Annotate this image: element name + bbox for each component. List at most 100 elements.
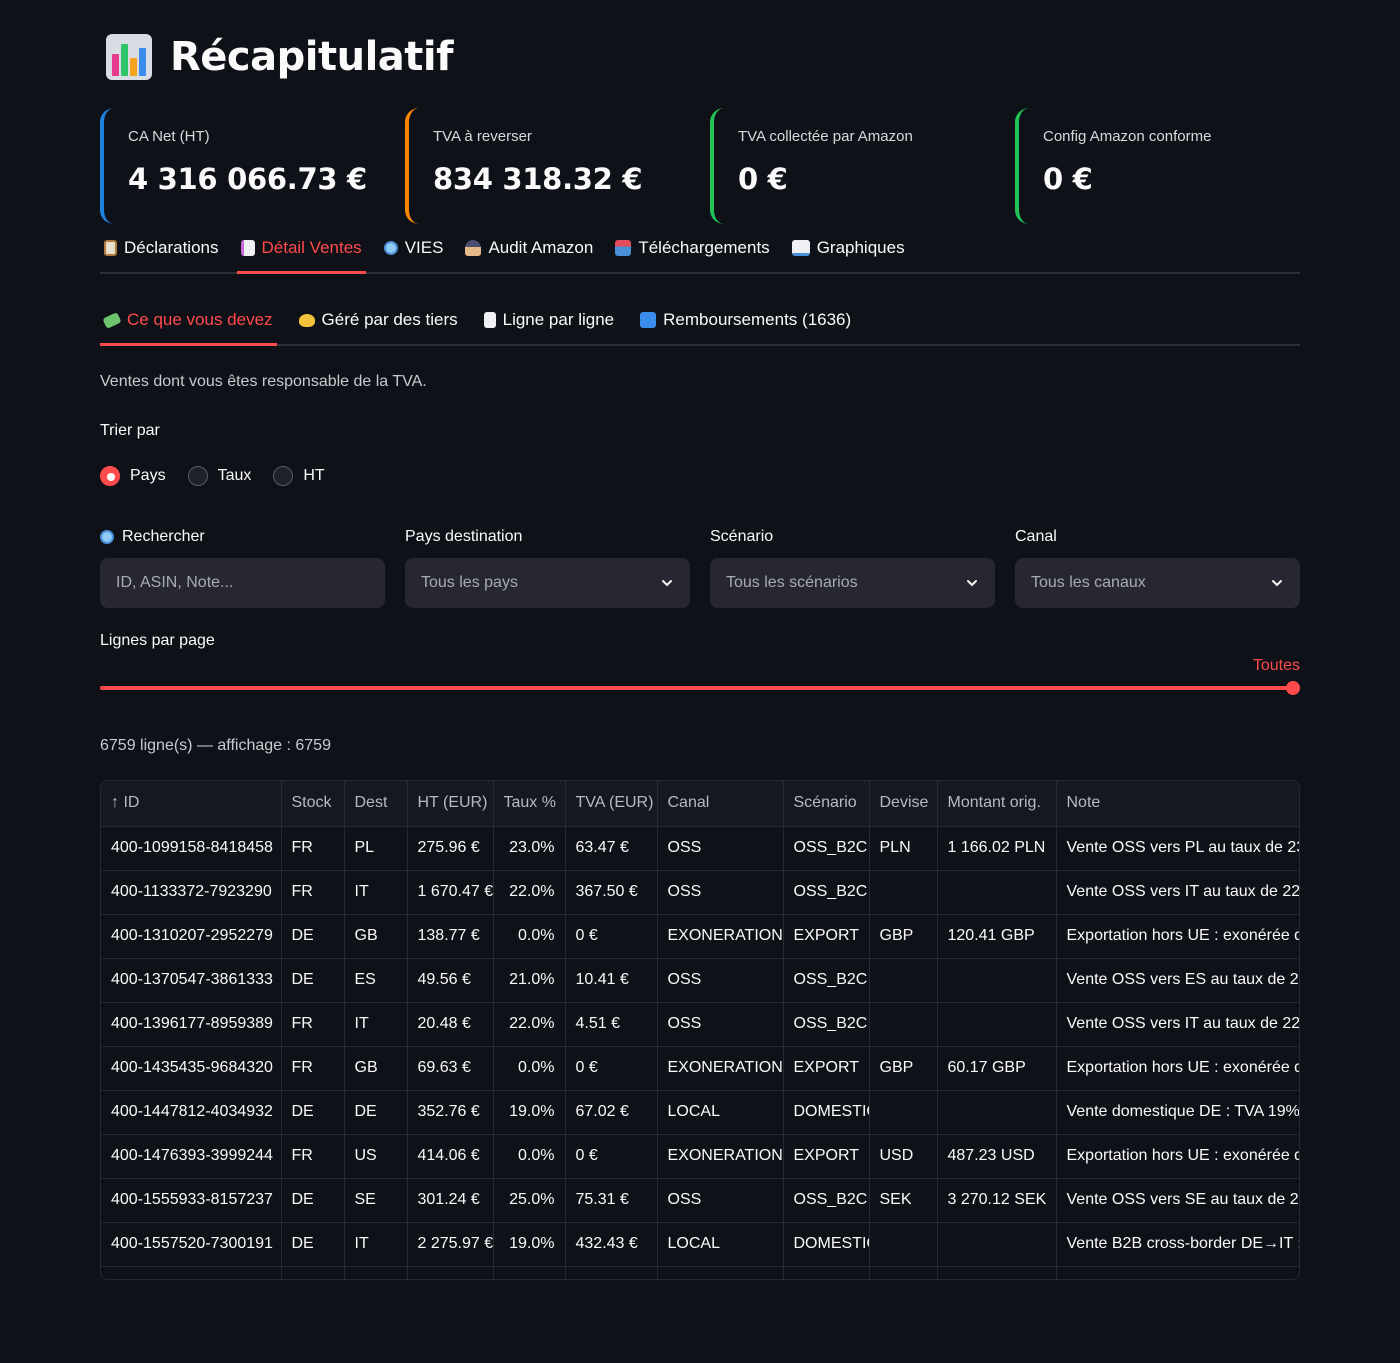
cell-devise (869, 1266, 938, 1279)
table-row[interactable]: 400-1396177-8959389 FR IT 20.48 €22.0% 4.51 … (101, 1002, 1299, 1047)
tab-ce-que-vous-devez[interactable]: Ce que vous devez (100, 310, 277, 346)
cell-id: 400-1396177-8959389 (101, 1002, 282, 1047)
cell-devise: GBP (869, 914, 938, 959)
radio-button[interactable] (273, 466, 294, 486)
table-row[interactable]: 400-1557520-7300191 DE IT 2 275.97 €19.0% 43… (101, 1222, 1299, 1267)
cell-canal: OSS (657, 1178, 784, 1223)
rows-per-page-label: Lignes par page (100, 632, 215, 649)
radio-ht[interactable]: HT (273, 466, 325, 486)
cell-dest: ES (344, 958, 408, 1003)
metrics-row: CA Net (HT) 4 316 066.73 € TVA à reverse… (100, 108, 1300, 224)
tab-detail-ventes[interactable]: Détail Ventes (236, 238, 366, 274)
cell-canal: OSS (657, 1002, 784, 1047)
filter-label-text: Rechercher (122, 528, 205, 545)
cell-id: 400-1557520-7300191 (101, 1222, 282, 1267)
search-input[interactable] (116, 574, 369, 592)
cell-canal: EXONERATION (657, 914, 784, 959)
cell-montant (937, 1002, 1057, 1047)
column-header-montant[interactable]: Montant orig. (937, 781, 1057, 827)
refresh-icon (640, 312, 657, 328)
table-row[interactable]: 400-1476393-3999244 FR US 414.06 €0.0% 0 € EX… (101, 1134, 1299, 1179)
handshake-icon (298, 313, 315, 327)
table-row[interactable] (101, 1266, 1299, 1279)
tab-remboursements[interactable]: Remboursements (1636) (636, 310, 855, 344)
table-row[interactable]: 400-1435435-9684320 FR GB 69.63 €0.0% 0 € EXO… (101, 1046, 1299, 1091)
cell-canal (657, 1266, 784, 1279)
cell-scenario: OSS_B2C (783, 826, 870, 871)
data-table[interactable]: ↑ ID Stock Dest HT (EUR) Taux % TVA (EUR) Cana… (100, 780, 1300, 1280)
table-header-row: ↑ ID Stock Dest HT (EUR) Taux % TVA (EUR) Cana… (101, 781, 1299, 827)
tab-label: VIES (404, 238, 444, 257)
money-wings-icon (102, 311, 122, 329)
cell-stock: FR (281, 870, 345, 915)
filter-label: Pays destination (405, 528, 523, 545)
country-select[interactable]: Tous les pays (405, 558, 690, 608)
column-header-devise[interactable]: Devise (869, 781, 938, 827)
scenario-select[interactable]: Tous les scénarios (710, 558, 995, 608)
column-header-tva[interactable]: TVA (EUR) (565, 781, 658, 827)
cell-tva: 0 € (565, 1046, 658, 1091)
table-row[interactable]: 400-1310207-2952279 DE GB 138.77 €0.0% 0 € EX… (101, 914, 1299, 959)
tab-declarations[interactable]: Déclarations (100, 238, 223, 272)
tab-ligne-par-ligne[interactable]: Ligne par ligne (480, 310, 619, 344)
cell-dest: PL (344, 826, 408, 871)
cell-canal: LOCAL (657, 1222, 784, 1267)
cell-scenario: EXPORT (783, 914, 870, 959)
cell-note: Vente OSS vers IT au taux de 22% (1056, 870, 1299, 915)
search-input-box[interactable] (100, 558, 385, 608)
cell-taux (493, 1266, 566, 1279)
table-row[interactable]: 400-1447812-4034932 DE DE 352.76 €19.0% 67.0… (101, 1090, 1299, 1135)
cell-ht: 275.96 € (407, 826, 494, 871)
column-header-ht[interactable]: HT (EUR) (407, 781, 494, 827)
cell-tva: 10.41 € (565, 958, 658, 1003)
metric-label: Config Amazon conforme (1043, 128, 1212, 145)
rows-per-page-slider[interactable] (100, 686, 1293, 690)
column-header-dest[interactable]: Dest (344, 781, 408, 827)
radio-button-checked[interactable] (100, 466, 120, 486)
inbox-icon (615, 240, 632, 256)
cell-note (1056, 1266, 1299, 1279)
bar-chart-icon (106, 34, 152, 80)
tab-gere-par-tiers[interactable]: Géré par des tiers (295, 310, 462, 344)
cell-scenario: EXPORT (783, 1134, 870, 1179)
column-header-scenario[interactable]: Scénario (783, 781, 870, 827)
cell-note: Exportation hors UE : exonérée de TVA (1056, 1046, 1299, 1091)
column-header-canal[interactable]: Canal (657, 781, 784, 827)
radio-taux[interactable]: Taux (187, 466, 251, 486)
cell-note: Vente OSS vers IT au taux de 22% (1056, 1002, 1299, 1047)
cell-taux: 19.0% (493, 1222, 566, 1267)
column-header-note[interactable]: Note (1056, 781, 1299, 827)
tab-vies[interactable]: VIES (380, 238, 448, 272)
tab-audit-amazon[interactable]: Audit Amazon (461, 238, 597, 272)
cell-tva: 367.50 € (565, 870, 658, 915)
table-row[interactable]: 400-1555933-8157237 DE SE 301.24 €25.0% 75.3… (101, 1178, 1299, 1223)
cell-note: Vente domestique DE : TVA 19%. (1056, 1090, 1299, 1135)
cell-montant (937, 870, 1057, 915)
column-header-stock[interactable]: Stock (281, 781, 345, 827)
cell-id: 400-1370547-3861333 (101, 958, 282, 1003)
table-row[interactable]: 400-1370547-3861333 DE ES 49.56 €21.0% 10.41… (101, 958, 1299, 1003)
cell-note: Vente OSS vers ES au taux de 21% (1056, 958, 1299, 1003)
cell-devise (869, 958, 938, 1003)
filter-label: Scénario (710, 528, 774, 545)
tab-telechargements[interactable]: Téléchargements (611, 238, 773, 272)
tab-graphiques[interactable]: Graphiques (788, 238, 909, 272)
cell-dest (344, 1266, 408, 1279)
metric-tva-amazon: TVA collectée par Amazon 0 € (710, 108, 995, 224)
cell-canal: EXONERATION (657, 1046, 784, 1091)
cell-taux: 21.0% (493, 958, 566, 1003)
cell-taux: 0.0% (493, 914, 566, 959)
radio-button[interactable] (187, 466, 208, 486)
channel-select[interactable]: Tous les canaux (1015, 558, 1300, 608)
chevron-down-icon (662, 580, 672, 587)
cell-tva: 4.51 € (565, 1002, 658, 1047)
column-header-id[interactable]: ↑ ID (101, 781, 282, 827)
cell-montant: 487.23 USD (937, 1134, 1057, 1179)
slider-thumb[interactable] (1286, 681, 1300, 695)
filter-label: Canal (1015, 528, 1057, 545)
radio-label: Pays (130, 467, 166, 484)
table-row[interactable]: 400-1133372-7923290 FR IT 1 670.47 €22.0% 36… (101, 870, 1299, 915)
radio-pays[interactable]: Pays (100, 466, 166, 486)
table-row[interactable]: 400-1099158-8418458 FR PL 275.96 €23.0% 63.4… (101, 826, 1299, 871)
column-header-taux[interactable]: Taux % (493, 781, 566, 827)
